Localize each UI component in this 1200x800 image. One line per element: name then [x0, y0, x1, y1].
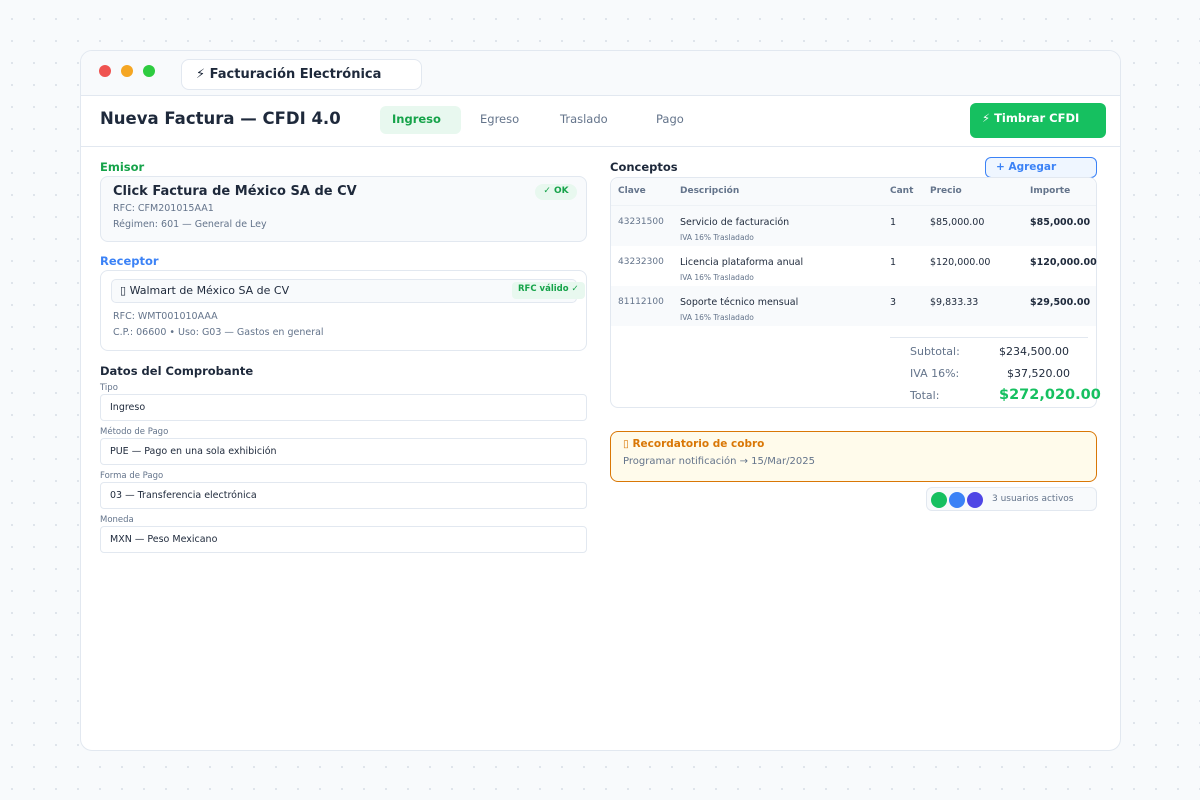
table-row[interactable]: 43232300 Licencia plataforma anual IVA 1…: [611, 246, 1097, 286]
tab-egreso[interactable]: Egreso: [468, 106, 531, 134]
row-cant: 1: [890, 217, 897, 228]
minimize-window-button[interactable]: [121, 65, 133, 77]
avatar: [931, 492, 947, 508]
row-importe: $29,500.00: [1030, 297, 1091, 308]
avatar: [949, 492, 965, 508]
row-tax: IVA 16% Trasladado: [680, 313, 754, 322]
row-importe: $120,000.00: [1030, 257, 1097, 268]
building-icon: ▯: [120, 284, 127, 297]
moneda-label: Moneda: [100, 515, 134, 525]
header-clave: Clave: [618, 186, 646, 196]
metodo-pago-field[interactable]: PUE — Pago en una sola exhibición: [100, 438, 587, 465]
page-title: Nueva Factura — CFDI 4.0: [100, 109, 341, 128]
header-cant: Cant: [890, 186, 914, 196]
metodo-pago-label: Método de Pago: [100, 427, 169, 437]
table-header-row: Clave Descripción Cant Precio Importe: [611, 178, 1096, 206]
receptor-cp-uso: C.P.: 06600 • Uso: G03 — Gastos en gener…: [113, 327, 324, 338]
row-cant: 1: [890, 257, 897, 268]
subtotal-value: $234,500.00: [999, 345, 1069, 358]
title-bar: ⚡ Facturación Electrónica: [81, 51, 1120, 96]
table-row[interactable]: 81112100 Soporte técnico mensual IVA 16%…: [611, 286, 1096, 326]
app-tab[interactable]: ⚡ Facturación Electrónica: [181, 59, 422, 90]
invoice-header: Nueva Factura — CFDI 4.0 Ingreso Egreso …: [81, 96, 1120, 147]
totals-divider: [890, 337, 1088, 338]
receptor-rfc: RFC: WMT001010AAA: [113, 311, 218, 322]
concepts-table: Clave Descripción Cant Precio Importe 43…: [610, 177, 1101, 408]
active-users-indicator: 3 usuarios activos: [926, 487, 1097, 511]
row-descripcion: Servicio de facturación: [680, 217, 790, 228]
conceptos-label: Conceptos: [610, 160, 678, 174]
tab-pago[interactable]: Pago: [644, 106, 696, 134]
receptor-name: Walmart de México SA de CV: [129, 284, 290, 297]
receptor-search-input[interactable]: ▯ Walmart de México SA de CV RFC válido …: [111, 279, 585, 303]
row-clave: 43232300: [618, 257, 664, 267]
header-importe: Importe: [1030, 186, 1071, 196]
row-clave: 43231500: [618, 217, 664, 227]
rfc-valid-badge: RFC válido ✓: [512, 282, 585, 299]
row-clave: 81112100: [618, 297, 664, 307]
row-importe: $85,000.00: [1030, 217, 1091, 228]
maximize-window-button[interactable]: [143, 65, 155, 77]
bell-icon: ▯: [623, 438, 629, 450]
row-tax: IVA 16% Trasladado: [680, 233, 754, 242]
forma-pago-label: Forma de Pago: [100, 471, 164, 481]
subtotal-label: Subtotal:: [910, 345, 960, 358]
emisor-status-badge: ✓ OK: [535, 184, 577, 200]
emisor-card[interactable]: Click Factura de México SA de CV ✓ OK RF…: [100, 176, 587, 242]
tipo-field[interactable]: Ingreso: [100, 394, 587, 421]
row-precio: $120,000.00: [930, 257, 991, 268]
receptor-card: ▯ Walmart de México SA de CV RFC válido …: [100, 270, 587, 351]
moneda-field[interactable]: MXN — Peso Mexicano: [100, 526, 587, 553]
tipo-label: Tipo: [100, 383, 118, 393]
emisor-label: Emisor: [100, 160, 145, 174]
row-precio: $9,833.33: [930, 297, 979, 308]
iva-label: IVA 16%:: [910, 367, 960, 380]
active-users-text: 3 usuarios activos: [992, 494, 1074, 504]
row-tax: IVA 16% Trasladado: [680, 273, 754, 282]
payment-reminder-card[interactable]: ▯ Recordatorio de cobro Programar notifi…: [610, 431, 1097, 482]
table-row[interactable]: 43231500 Servicio de facturación IVA 16%…: [611, 206, 1096, 246]
comprobante-label: Datos del Comprobante: [100, 364, 254, 378]
header-precio: Precio: [930, 186, 962, 196]
iva-value: $37,520.00: [1007, 367, 1070, 380]
total-value: $272,020.00: [999, 387, 1101, 403]
tab-traslado[interactable]: Traslado: [548, 106, 620, 134]
row-descripcion: Soporte técnico mensual: [680, 297, 799, 308]
emisor-regimen: Régimen: 601 — General de Ley: [113, 219, 267, 230]
row-cant: 3: [890, 297, 897, 308]
avatar: [967, 492, 983, 508]
app-window: ⚡ Facturación Electrónica Nueva Factura …: [80, 50, 1121, 751]
row-precio: $85,000.00: [930, 217, 985, 228]
tab-ingreso[interactable]: Ingreso: [380, 106, 461, 134]
header-descripcion: Descripción: [680, 186, 740, 196]
receptor-label: Receptor: [100, 254, 159, 268]
row-descripcion: Licencia plataforma anual: [680, 257, 804, 268]
total-label: Total:: [910, 389, 940, 402]
emisor-name: Click Factura de México SA de CV: [113, 184, 357, 199]
emisor-rfc: RFC: CFM201015AA1: [113, 203, 214, 214]
reminder-title: ▯ Recordatorio de cobro: [623, 438, 764, 450]
forma-pago-field[interactable]: 03 — Transferencia electrónica: [100, 482, 587, 509]
reminder-text: Programar notificación → 15/Mar/2025: [623, 456, 815, 467]
close-window-button[interactable]: [99, 65, 111, 77]
reminder-title-text: Recordatorio de cobro: [632, 438, 765, 450]
add-concept-button[interactable]: + Agregar: [985, 157, 1097, 178]
timbrar-cfdi-button[interactable]: ⚡ Timbrar CFDI: [970, 103, 1106, 138]
